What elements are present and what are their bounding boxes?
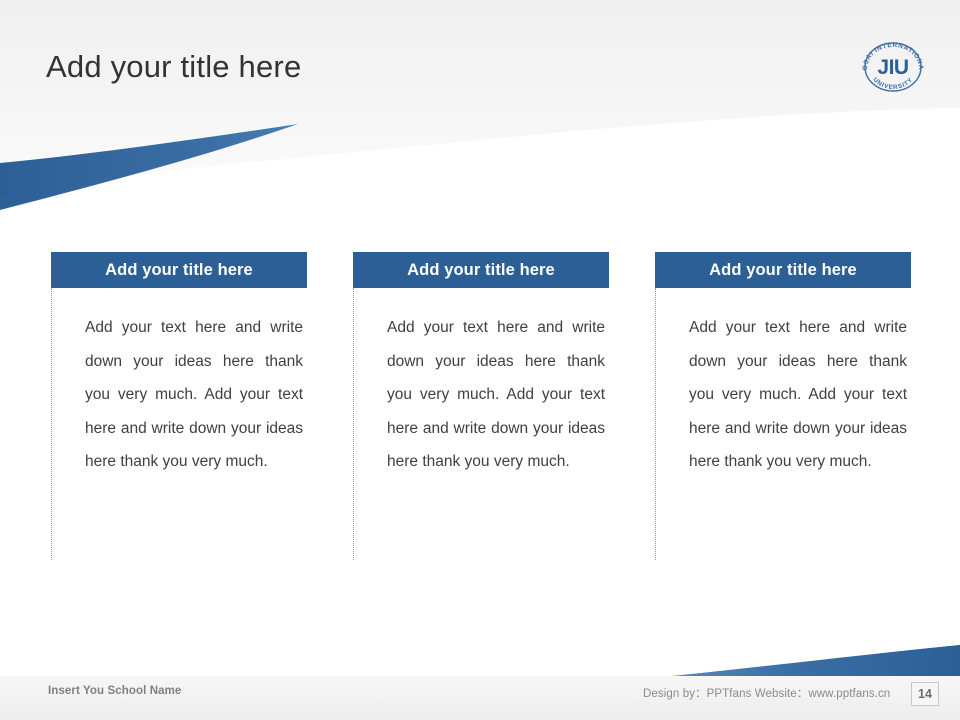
column-text-2[interactable]: Add your text here and write down your i… [387,311,605,479]
university-logo: JOSAI INTERNATIONAL UNIVERSITY JIU [856,31,928,98]
footer-school-name[interactable]: Insert You School Name [48,685,181,697]
column-body-3: Add your text here and write down your i… [655,288,911,560]
logo-monogram: JIU [877,56,908,79]
column-header-3[interactable]: Add your title here [655,252,911,288]
logo-svg: JOSAI INTERNATIONAL UNIVERSITY JIU [856,31,924,92]
page-number-badge: 14 [911,682,939,706]
column-text-3[interactable]: Add your text here and write down your i… [689,311,907,479]
content-column-3: Add your title here Add your text here a… [655,252,911,572]
page-title[interactable]: Add your title here [46,44,746,90]
bottom-blue-swoosh-body [650,645,960,679]
footer-credit-text: Design by：PPTfans Website：www.pptfans.cn [643,688,891,700]
top-blue-swoosh [0,124,298,210]
content-columns: Add your title here Add your text here a… [51,252,911,572]
column-header-2[interactable]: Add your title here [353,252,609,288]
column-text-1[interactable]: Add your text here and write down your i… [85,311,303,479]
column-body-2: Add your text here and write down your i… [353,288,609,560]
slide-canvas: Add your title here JOSAI INTERNATIONAL … [0,0,960,720]
content-column-2: Add your title here Add your text here a… [353,252,609,572]
column-body-1: Add your text here and write down your i… [51,288,307,560]
bottom-blue-swoosh [650,645,960,678]
header-band [0,0,960,186]
content-column-1: Add your title here Add your text here a… [51,252,307,572]
top-blue-swoosh-body [0,124,298,200]
title-area: Add your title here [46,44,746,92]
column-header-1[interactable]: Add your title here [51,252,307,288]
